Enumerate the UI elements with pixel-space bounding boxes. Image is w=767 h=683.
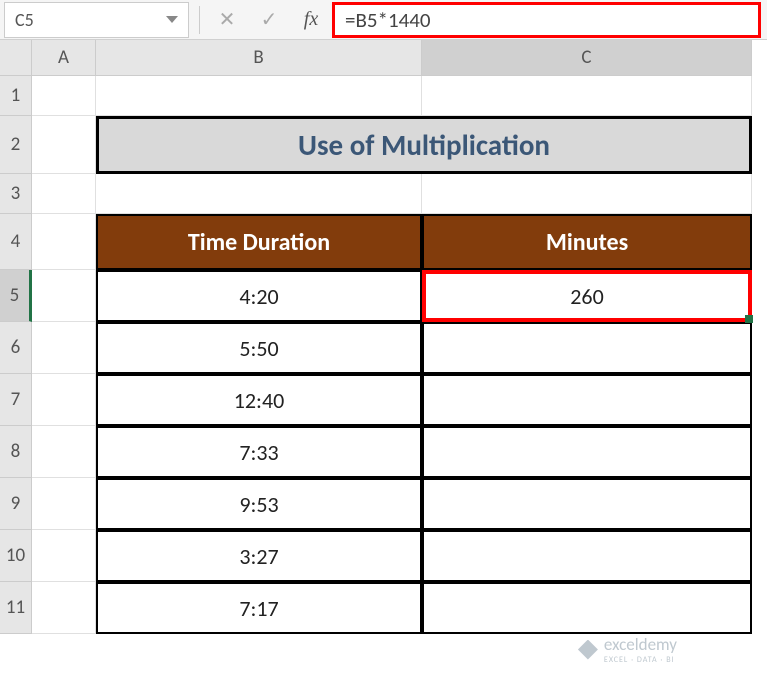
cell-b8[interactable]: 7:33 (96, 426, 422, 478)
fx-icon[interactable]: fx (290, 2, 332, 38)
col-header-a[interactable]: A (32, 40, 96, 76)
row-header-11[interactable]: 11 (0, 582, 32, 634)
cell-a5[interactable] (32, 270, 96, 322)
watermark: exceldemy EXCEL · DATA · BI (578, 634, 677, 665)
cell-b3[interactable] (96, 174, 422, 214)
title-cell[interactable]: Use of Multiplication (96, 116, 752, 174)
cell-b5[interactable]: 4:20 (96, 270, 422, 322)
row-header-8[interactable]: 8 (0, 426, 32, 478)
select-all-corner[interactable] (0, 40, 32, 76)
row-header-3[interactable]: 3 (0, 174, 32, 214)
cell-b10[interactable]: 3:27 (96, 530, 422, 582)
cell-b1[interactable] (96, 76, 422, 116)
row-header-7[interactable]: 7 (0, 374, 32, 426)
divider (199, 6, 200, 34)
cell-c5[interactable]: 260 (422, 270, 752, 322)
cell-a2[interactable] (32, 116, 96, 174)
b8-value: 7:33 (239, 439, 278, 466)
row-header-10[interactable]: 10 (0, 530, 32, 582)
cell-c8[interactable] (422, 426, 752, 478)
cell-a11[interactable] (32, 582, 96, 634)
cell-a7[interactable] (32, 374, 96, 426)
b9-value: 9:53 (239, 491, 278, 518)
cell-b11[interactable]: 7:17 (96, 582, 422, 634)
header-minutes[interactable]: Minutes (422, 214, 752, 270)
col-header-b[interactable]: B (96, 40, 422, 76)
cell-a4[interactable] (32, 214, 96, 270)
header-c-text: Minutes (546, 228, 628, 257)
header-b-text: Time Duration (188, 228, 330, 257)
cell-b6[interactable]: 5:50 (96, 322, 422, 374)
cell-c11[interactable] (422, 582, 752, 634)
row-header-1[interactable]: 1 (0, 76, 32, 116)
cancel-icon[interactable]: ✕ (206, 2, 248, 38)
column-headers: A B C (32, 40, 752, 76)
chevron-down-icon[interactable] (166, 16, 178, 23)
c5-value: 260 (570, 283, 603, 310)
formula-input[interactable]: =B5*1440 (332, 2, 761, 38)
cell-a9[interactable] (32, 478, 96, 530)
watermark-sub: EXCEL · DATA · BI (604, 655, 677, 665)
cell-a8[interactable] (32, 426, 96, 478)
formula-bar: C5 ✕ ✓ fx =B5*1440 (0, 0, 767, 40)
row-header-9[interactable]: 9 (0, 478, 32, 530)
cell-c3[interactable] (422, 174, 752, 214)
b11-value: 7:17 (239, 595, 278, 622)
cell-a1[interactable] (32, 76, 96, 116)
name-box[interactable]: C5 (4, 2, 189, 38)
spreadsheet-grid: A B C 1 2 3 4 5 6 7 8 9 10 11 Use of Mul… (0, 40, 767, 683)
formula-value: =B5*1440 (345, 7, 431, 33)
cell-b9[interactable]: 9:53 (96, 478, 422, 530)
b10-value: 3:27 (239, 543, 278, 570)
row-header-6[interactable]: 6 (0, 322, 32, 374)
cell-c9[interactable] (422, 478, 752, 530)
cell-b7[interactable]: 12:40 (96, 374, 422, 426)
row-headers: 1 2 3 4 5 6 7 8 9 10 11 (0, 76, 32, 634)
b5-value: 4:20 (239, 283, 278, 310)
cell-c1[interactable] (422, 76, 752, 116)
watermark-badge-icon (578, 640, 598, 660)
cell-a3[interactable] (32, 174, 96, 214)
cell-c10[interactable] (422, 530, 752, 582)
cell-a6[interactable] (32, 322, 96, 374)
row-header-2[interactable]: 2 (0, 116, 32, 174)
title-text: Use of Multiplication (298, 127, 550, 163)
name-box-value: C5 (15, 9, 34, 31)
b7-value: 12:40 (234, 387, 285, 414)
row-header-4[interactable]: 4 (0, 214, 32, 270)
cells-area: Use of Multiplication Time Duration Minu… (32, 76, 752, 634)
header-time-duration[interactable]: Time Duration (96, 214, 422, 270)
row-header-5[interactable]: 5 (0, 270, 32, 322)
cell-c7[interactable] (422, 374, 752, 426)
b6-value: 5:50 (239, 335, 278, 362)
cell-a10[interactable] (32, 530, 96, 582)
cell-c6[interactable] (422, 322, 752, 374)
col-header-c[interactable]: C (422, 40, 752, 76)
check-icon[interactable]: ✓ (248, 2, 290, 38)
watermark-text: exceldemy (604, 634, 677, 655)
